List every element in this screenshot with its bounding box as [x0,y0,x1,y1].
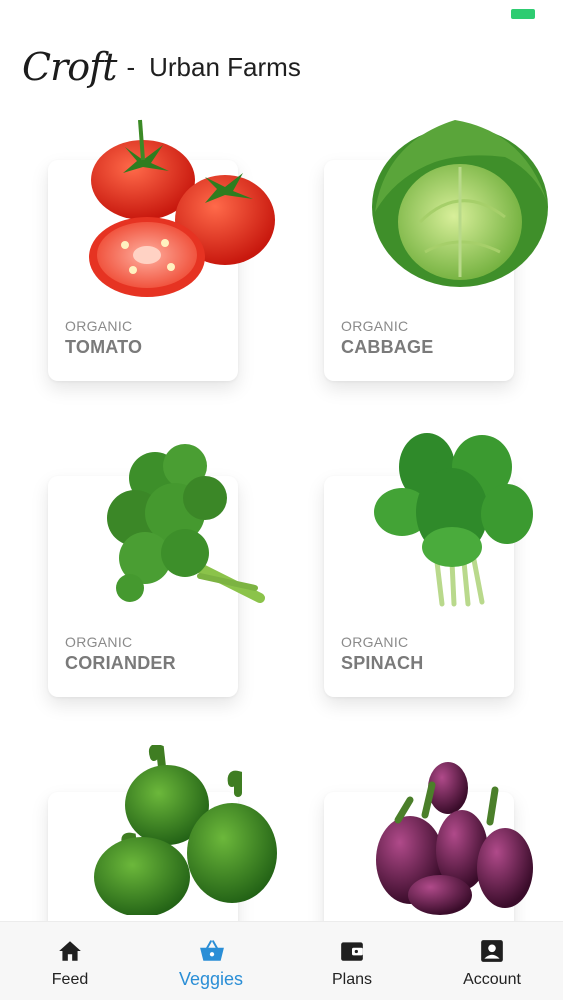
product-name: TOMATO [65,337,143,357]
coriander-image [107,444,265,603]
app-header: Croft - Urban Farms [22,44,301,90]
product-subtitle: ORGANIC [341,318,409,334]
home-icon [59,941,81,961]
product-name: SPINACH [341,653,424,673]
page-title: Urban Farms [149,51,301,82]
tab-plans[interactable]: Plans [282,922,422,1000]
tab-account[interactable]: Account [422,922,562,1000]
title-separator: - [126,51,136,82]
product-subtitle: ORGANIC [65,634,133,650]
spinach-image [374,433,533,607]
product-name: CORIANDER [65,653,176,673]
tab-label: Feed [51,971,89,988]
basket-icon [200,940,224,961]
tab-label: Veggies [178,969,244,989]
brand-logo: Croft [22,45,117,89]
product-name: CABBAGE [341,337,434,357]
tab-veggies[interactable]: Veggies [141,922,281,1000]
tomato-image [89,119,275,297]
account-icon [481,940,503,962]
tab-feed[interactable]: Feed [0,922,140,1000]
capsicum-image [94,745,277,915]
product-subtitle: ORGANIC [341,634,409,650]
battery-indicator [511,9,535,19]
bottom-tab-bar: Feed Veggies Plans Account [0,921,563,1000]
tab-label: Account [463,971,521,988]
eggplant-image [376,762,533,915]
cabbage-image [372,120,548,287]
product-subtitle: ORGANIC [65,318,133,334]
tab-label: Plans [331,971,373,988]
wallet-icon [341,942,363,961]
